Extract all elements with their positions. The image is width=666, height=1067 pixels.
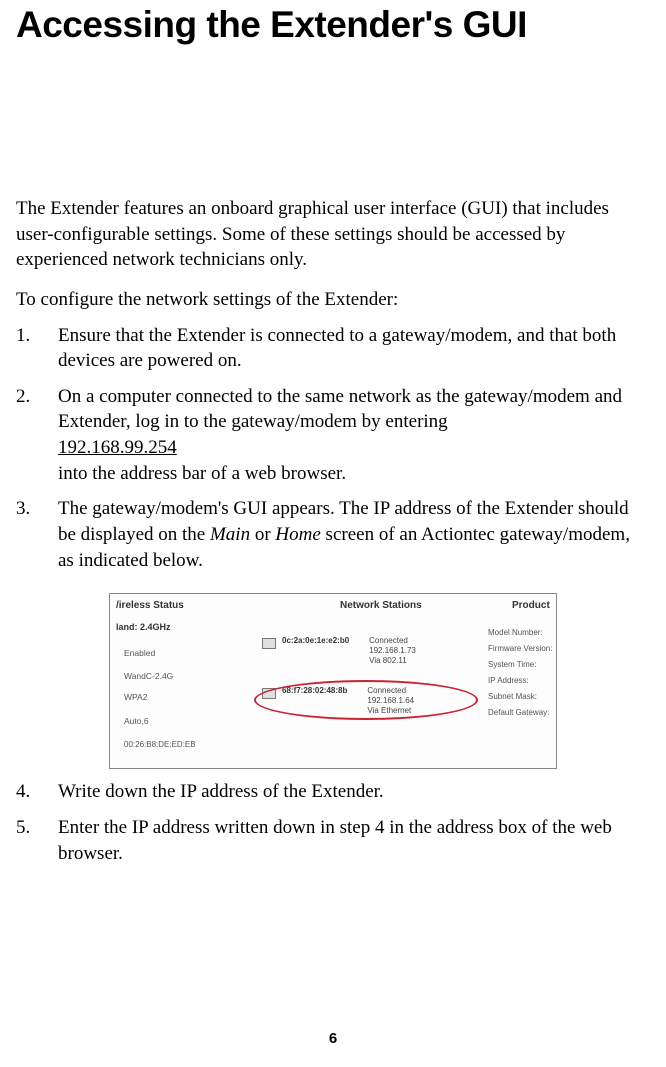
step-text: Ensure that the Extender is connected to… xyxy=(58,323,650,374)
step-list-cont: 4. Write down the IP address of the Exte… xyxy=(16,779,650,866)
prod-p5: Subnet Mask: xyxy=(488,692,537,701)
ns1-l1: Connected xyxy=(369,636,416,646)
prod-p1: Model Number: xyxy=(488,628,543,637)
prod-p6: Default Gateway: xyxy=(488,708,549,717)
network-station-2: 68:f7:28:02:48:8b Connected 192.168.1.64… xyxy=(262,686,414,715)
ns1-mac: 0c:2a:0e:1e:e2:b0 xyxy=(282,636,349,645)
ns2-mac: 68:f7:28:02:48:8b xyxy=(282,686,347,695)
step-text: The gateway/modem's GUI appears. The IP … xyxy=(58,496,650,573)
prod-p3: System Time: xyxy=(488,660,536,669)
page-number: 6 xyxy=(0,1030,666,1047)
page-title: Accessing the Extender's GUI xyxy=(16,0,650,46)
step-2: 2. On a computer connected to the same n… xyxy=(16,384,650,487)
monitor-icon xyxy=(262,638,276,649)
gateway-screenshot: /ireless Status Network Stations Product… xyxy=(109,593,557,769)
s3-main: Main xyxy=(210,524,250,545)
fig-wcol-2: WandC-2.4G xyxy=(124,671,173,681)
fig-hdr-network: Network Stations xyxy=(340,600,422,611)
step-5: 5. Enter the IP address written down in … xyxy=(16,815,650,866)
fig-wcol-4: Auto,6 xyxy=(124,716,149,726)
step-1: 1. Ensure that the Extender is connected… xyxy=(16,323,650,374)
ns1-l3: Via 802.11 xyxy=(369,656,416,666)
step-number: 5. xyxy=(16,815,42,866)
step-text-b: into the address bar of a web browser. xyxy=(58,463,346,484)
ns2-l2: 192.168.1.64 xyxy=(367,696,414,706)
s3-mid: or xyxy=(250,524,275,545)
ip-address-link[interactable]: 192.168.99.254 xyxy=(58,437,177,458)
fig-wcol-5: 00:26:B8:DE:ED:EB xyxy=(124,740,196,749)
step-number: 3. xyxy=(16,496,42,573)
prod-p4: IP Address: xyxy=(488,676,529,685)
fig-wcol-1: Enabled xyxy=(124,648,155,658)
step-number: 1. xyxy=(16,323,42,374)
step-text: Write down the IP address of the Extende… xyxy=(58,779,650,805)
ns1-l2: 192.168.1.73 xyxy=(369,646,416,656)
monitor-icon xyxy=(262,688,276,699)
step-number: 4. xyxy=(16,779,42,805)
ns2-l3: Via Ethernet xyxy=(367,706,414,716)
network-station-1: 0c:2a:0e:1e:e2:b0 Connected 192.168.1.73… xyxy=(262,636,416,665)
intro-paragraph: The Extender features an onboard graphic… xyxy=(16,196,650,273)
step-4: 4. Write down the IP address of the Exte… xyxy=(16,779,650,805)
fig-wcol-3: WPA2 xyxy=(124,692,147,702)
step-list: 1. Ensure that the Extender is connected… xyxy=(16,323,650,574)
step-number: 2. xyxy=(16,384,42,487)
lead-paragraph: To configure the network settings of the… xyxy=(16,287,650,313)
fig-hdr-wireless: /ireless Status xyxy=(116,600,184,611)
fig-hdr-product: Product xyxy=(512,600,550,611)
step-text: Enter the IP address written down in ste… xyxy=(58,815,650,866)
ns2-l1: Connected xyxy=(367,686,414,696)
step-text-a: On a computer connected to the same netw… xyxy=(58,386,622,433)
prod-p2: Firmware Version: xyxy=(488,644,552,653)
fig-band: land: 2.4GHz xyxy=(116,622,171,632)
s3-home: Home xyxy=(275,524,320,545)
step-text: On a computer connected to the same netw… xyxy=(58,384,650,487)
figure-container: /ireless Status Network Stations Product… xyxy=(16,593,650,769)
step-3: 3. The gateway/modem's GUI appears. The … xyxy=(16,496,650,573)
